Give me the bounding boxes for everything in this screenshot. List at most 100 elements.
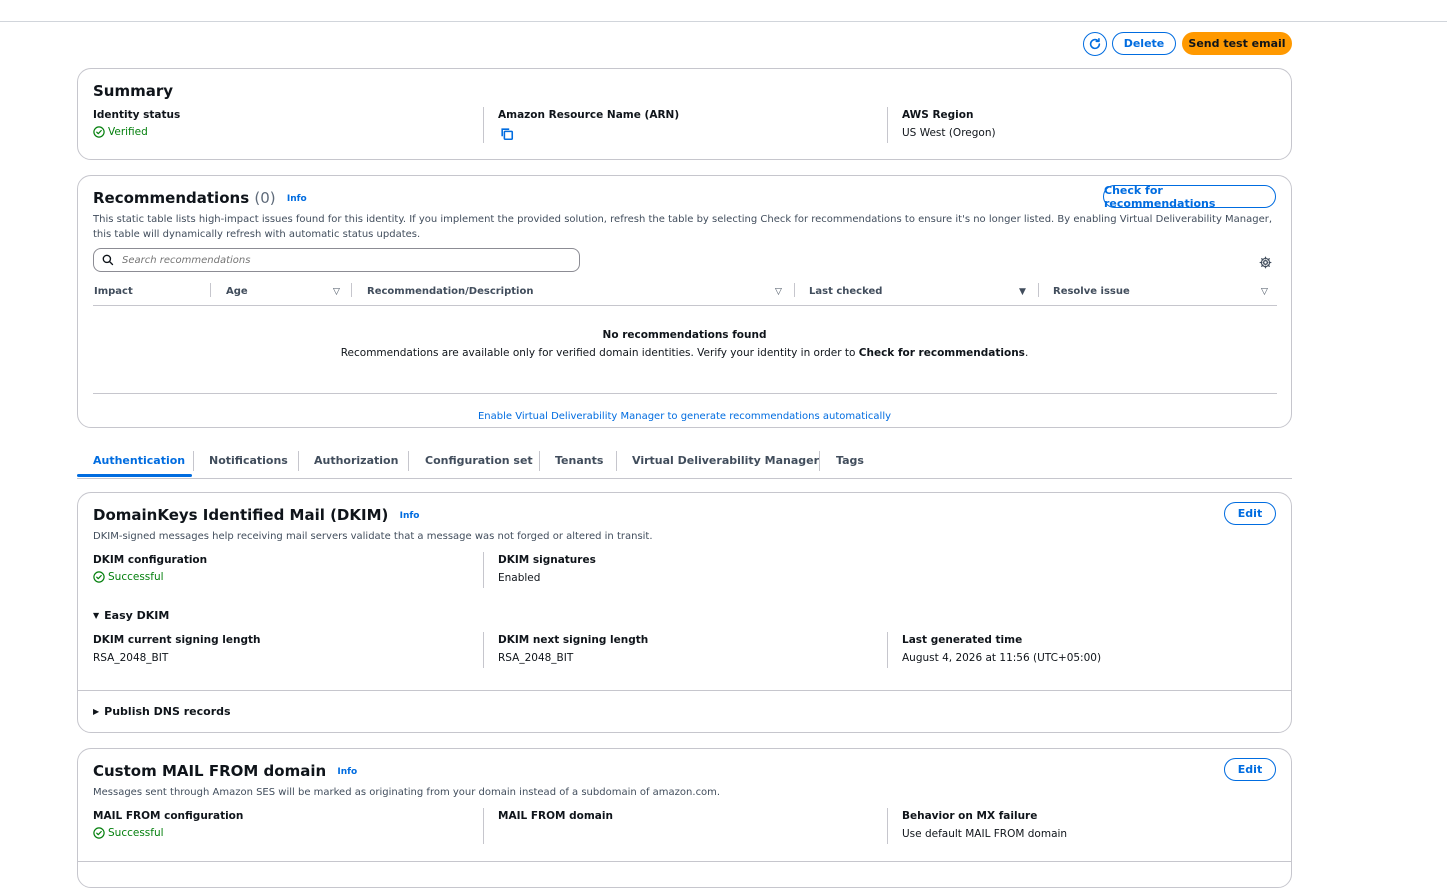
column-divider	[483, 107, 484, 143]
sort-desc-icon[interactable]: ▼	[1019, 287, 1026, 297]
mail-from-description: Messages sent through Amazon SES will be…	[93, 787, 721, 798]
dkim-next-length-value: RSA_2048_BIT	[498, 652, 574, 664]
recommendations-card: Recommendations (0) Info Check for recom…	[77, 175, 1292, 428]
dkim-description: DKIM-signed messages help receiving mail…	[93, 531, 653, 542]
table-footer-divider	[93, 393, 1277, 394]
dkim-current-length-value: RSA_2048_BIT	[93, 652, 169, 664]
refresh-button[interactable]	[1083, 32, 1107, 56]
mail-from-section-divider	[78, 861, 1291, 862]
publish-dns-expander[interactable]: ▶ Publish DNS records	[93, 705, 231, 718]
dkim-config-value: Successful	[93, 571, 164, 583]
dkim-title-text: DomainKeys Identified Mail (DKIM)	[93, 506, 389, 524]
arn-label: Amazon Resource Name (ARN)	[498, 109, 680, 121]
check-circle-icon	[93, 126, 105, 138]
top-divider	[0, 21, 1447, 22]
mail-from-config-value: Successful	[93, 827, 164, 839]
identity-status-label: Identity status	[93, 109, 181, 121]
dkim-signatures-label: DKIM signatures	[498, 554, 596, 566]
empty-state-title: No recommendations found	[602, 329, 767, 341]
tab-separator	[819, 451, 820, 471]
dkim-next-length-label: DKIM next signing length	[498, 634, 649, 646]
column-separator	[1038, 283, 1039, 297]
tab-separator	[408, 451, 409, 471]
region-label: AWS Region	[902, 109, 974, 121]
caret-right-icon: ▶	[93, 707, 100, 716]
last-generated-value: August 4, 2026 at 11:56 (UTC+05:00)	[902, 652, 1102, 664]
empty-state-text: Recommendations are available only for v…	[78, 347, 1291, 359]
mail-from-config-label: MAIL FROM configuration	[93, 810, 244, 822]
check-circle-icon	[93, 827, 105, 839]
column-header-age[interactable]: Age	[226, 286, 248, 297]
summary-title: Summary	[93, 82, 174, 100]
footer-link-wrap: Enable Virtual Deliverability Manager to…	[78, 404, 1291, 423]
mail-from-card: Custom MAIL FROM domain Info Edit Messag…	[77, 748, 1292, 888]
dkim-info-link[interactable]: Info	[400, 511, 420, 521]
tab-virtual-deliverability-manager[interactable]: Virtual Deliverability Manager	[632, 454, 819, 467]
refresh-icon	[1089, 37, 1101, 50]
tab-configuration-set[interactable]: Configuration set	[425, 454, 533, 467]
column-separator	[351, 283, 352, 297]
column-divider	[483, 632, 484, 668]
dkim-card: DomainKeys Identified Mail (DKIM) Info E…	[77, 492, 1292, 733]
tab-separator	[298, 451, 299, 471]
tab-notifications[interactable]: Notifications	[209, 454, 288, 467]
table-settings-button[interactable]	[1259, 254, 1272, 273]
region-value: US West (Oregon)	[902, 127, 996, 139]
mx-failure-behavior-value: Use default MAIL FROM domain	[902, 828, 1068, 840]
recommendations-count: (0)	[254, 189, 276, 207]
identity-status-text: Verified	[108, 126, 148, 138]
last-generated-label: Last generated time	[902, 634, 1023, 646]
dkim-section-divider	[78, 690, 1291, 691]
mail-from-title: Custom MAIL FROM domain Info	[93, 762, 357, 780]
mail-from-domain-label: MAIL FROM domain	[498, 810, 613, 822]
column-header-impact[interactable]: Impact	[94, 286, 133, 297]
tab-authorization[interactable]: Authorization	[314, 454, 398, 467]
tab-separator	[193, 451, 194, 471]
check-for-recommendations-button[interactable]: Check for recommendations	[1103, 184, 1276, 210]
gear-icon	[1259, 256, 1272, 269]
tabs-divider	[77, 478, 1292, 479]
column-separator	[794, 283, 795, 297]
dkim-config-label: DKIM configuration	[93, 554, 208, 566]
mail-from-edit-button[interactable]: Edit	[1224, 758, 1276, 781]
column-header-resolve[interactable]: Resolve issue	[1053, 286, 1130, 297]
column-header-recommendation[interactable]: Recommendation/Description	[367, 286, 533, 297]
mail-from-config-text: Successful	[108, 827, 164, 839]
enable-vdm-link[interactable]: Enable Virtual Deliverability Manager to…	[478, 411, 891, 422]
search-recommendations[interactable]	[93, 248, 580, 272]
sort-icon[interactable]: ▽	[775, 287, 782, 297]
sort-icon[interactable]: ▽	[1261, 287, 1268, 297]
empty-state-text-bold: Check for recommendations	[858, 347, 1025, 359]
tab-authentication[interactable]: Authentication	[93, 454, 185, 467]
publish-dns-label: Publish DNS records	[104, 705, 231, 718]
copy-icon	[501, 128, 514, 141]
easy-dkim-label: Easy DKIM	[104, 609, 170, 622]
mx-failure-behavior-label: Behavior on MX failure	[902, 810, 1038, 822]
delete-button[interactable]: Delete	[1112, 32, 1176, 55]
tab-tenants[interactable]: Tenants	[555, 454, 603, 467]
mail-from-info-link[interactable]: Info	[337, 767, 357, 777]
recommendations-info-link[interactable]: Info	[287, 194, 307, 204]
column-divider	[887, 632, 888, 668]
dkim-edit-button[interactable]: Edit	[1224, 502, 1276, 525]
recommendations-title-text: Recommendations	[93, 189, 250, 207]
column-header-last-checked[interactable]: Last checked	[809, 286, 882, 297]
identity-status-value: Verified	[93, 126, 148, 138]
dkim-signatures-value: Enabled	[498, 572, 541, 584]
column-divider	[887, 808, 888, 844]
column-divider	[483, 808, 484, 844]
check-circle-icon	[93, 571, 105, 583]
active-tab-indicator	[77, 474, 192, 477]
search-recommendations-input[interactable]	[120, 253, 544, 267]
tab-tags[interactable]: Tags	[836, 454, 864, 467]
send-test-email-button[interactable]: Send test email	[1182, 32, 1292, 55]
dkim-current-length-label: DKIM current signing length	[93, 634, 261, 646]
summary-card: Summary Identity status Verified Amazon …	[77, 68, 1292, 160]
sort-icon[interactable]: ▽	[333, 287, 340, 297]
copy-arn-button[interactable]	[500, 126, 514, 145]
empty-state-text-suffix: .	[1024, 347, 1029, 359]
column-divider	[887, 107, 888, 143]
recommendations-title: Recommendations (0) Info	[93, 189, 307, 207]
easy-dkim-expander[interactable]: ▼ Easy DKIM	[93, 609, 169, 622]
dkim-title: DomainKeys Identified Mail (DKIM) Info	[93, 506, 419, 524]
